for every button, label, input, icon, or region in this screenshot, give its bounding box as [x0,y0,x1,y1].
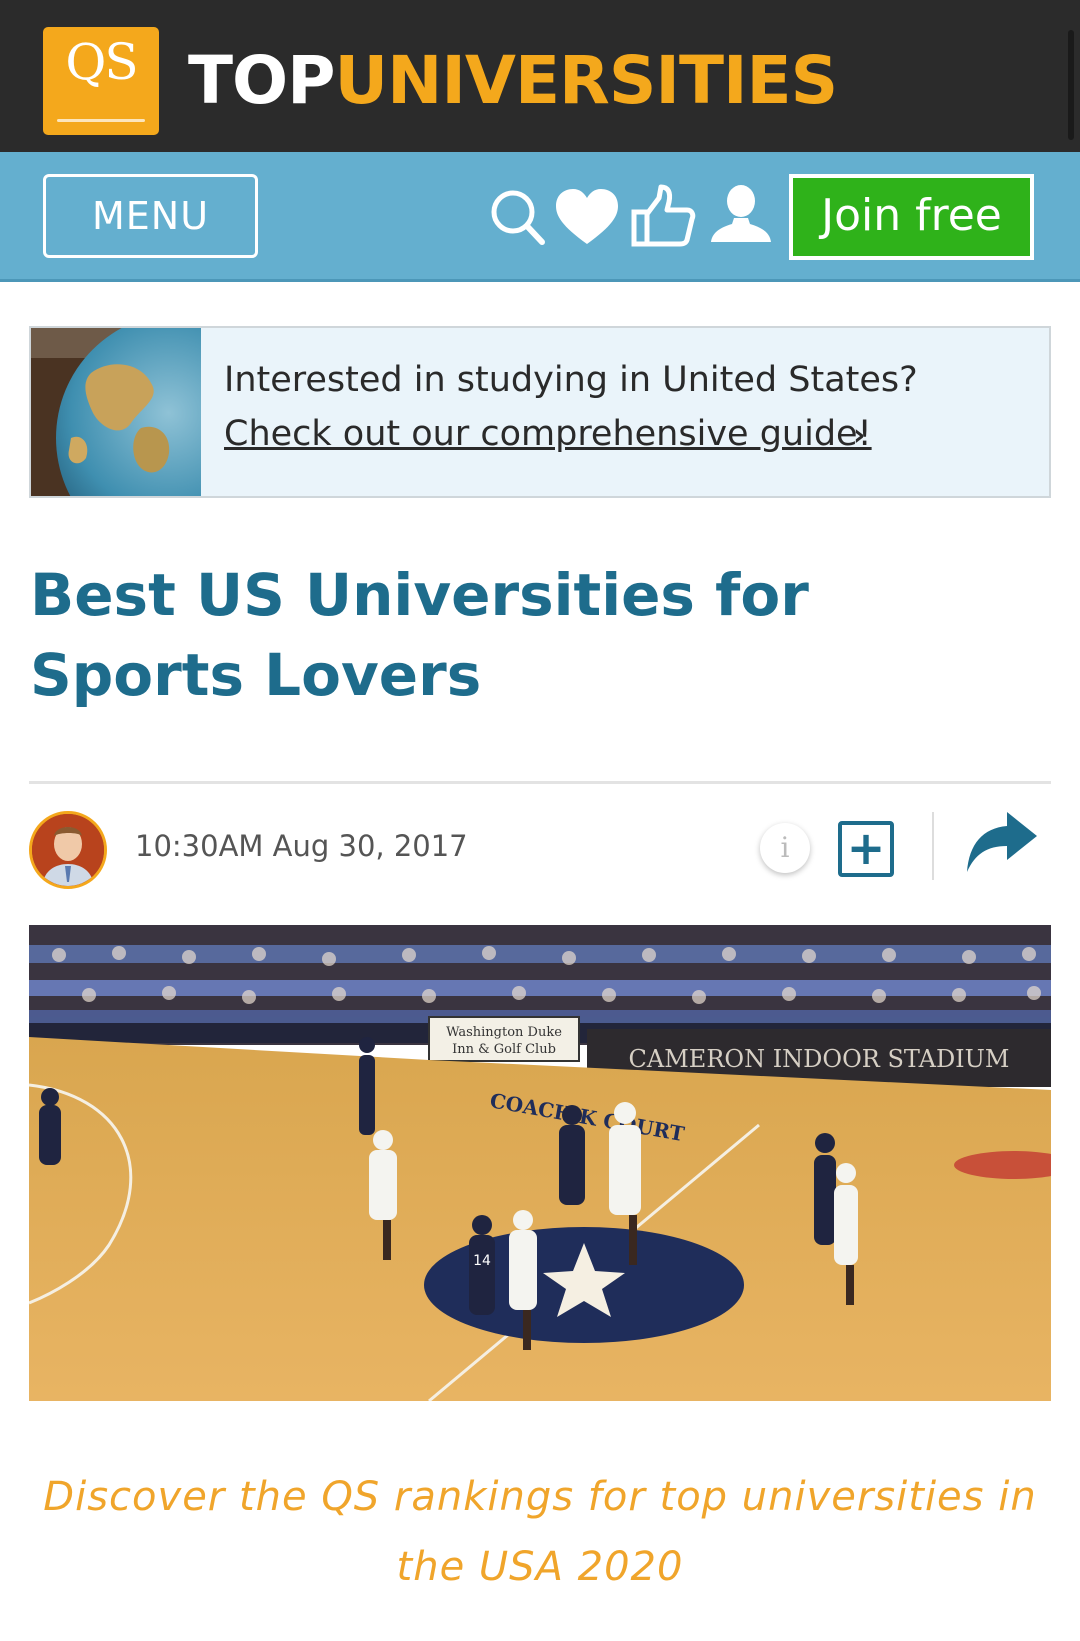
player-number: 14 [473,1253,491,1269]
rankings-caption[interactable]: Discover the QS rankings for top univers… [29,1462,1051,1602]
site-header: QS TOPUNIVERSITIES [0,0,1080,152]
add-to-list-button[interactable]: + [838,821,894,877]
title-divider [29,781,1051,784]
info-icon[interactable]: i [760,823,810,873]
chevron-right-icon[interactable]: › [853,418,865,453]
author-avatar[interactable] [29,811,107,889]
menu-button[interactable]: MENU [43,174,258,258]
nav-bar: MENU Join free [0,152,1080,282]
article-timestamp: 10:30AM Aug 30, 2017 [135,829,468,863]
heart-icon[interactable] [552,182,622,252]
search-icon[interactable] [484,182,554,252]
share-icon[interactable] [963,808,1039,876]
join-free-button[interactable]: Join free [789,174,1034,260]
meta-separator [932,812,934,880]
promo-guide-link[interactable]: Check out our comprehensive guide! [224,414,872,454]
arena-sign: CAMERON INDOOR STADIUM [629,1045,1010,1073]
article-title: Best US Universities for Sports Lovers [30,561,809,709]
globe-image [31,328,201,496]
brand-universities-text: UNIVERSITIES [334,42,839,119]
user-icon[interactable] [706,182,776,252]
qs-logo[interactable]: QS [43,27,159,135]
thumbs-up-icon[interactable] [628,182,698,252]
sponsor-sign-line1: Washington Duke [446,1025,562,1040]
site-brand[interactable]: TOPUNIVERSITIES [188,36,839,126]
sponsor-sign-line2: Inn & Golf Club [452,1042,556,1057]
article-hero-image: Washington Duke Inn & Golf Club CAMERON … [29,925,1051,1401]
logo-underline [57,119,145,122]
promo-title: Interested in studying in United States? [224,360,918,400]
scrollbar[interactable] [1068,30,1074,140]
logo-text: QS [65,33,138,91]
brand-top-text: TOP [188,42,335,119]
study-promo-banner[interactable]: Interested in studying in United States?… [29,326,1051,498]
